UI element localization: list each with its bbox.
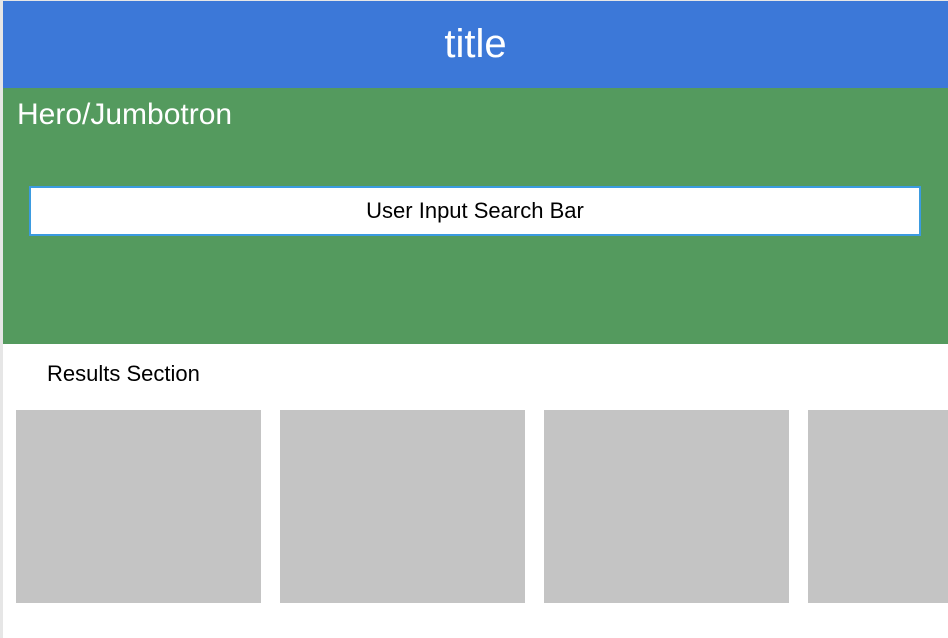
results-section-label: Results Section — [47, 361, 200, 386]
result-card-2[interactable] — [280, 410, 525, 603]
hero-jumbotron: Hero/Jumbotron — [3, 88, 948, 344]
result-card-3[interactable] — [544, 410, 789, 603]
result-card-1[interactable] — [16, 410, 261, 603]
hero-label: Hero/Jumbotron — [17, 98, 233, 131]
page: title Hero/Jumbotron Results Section — [0, 0, 948, 638]
title-bar: title — [3, 1, 948, 88]
page-title: title — [444, 21, 507, 66]
search-input[interactable] — [29, 186, 921, 236]
result-card-4[interactable] — [808, 410, 948, 603]
